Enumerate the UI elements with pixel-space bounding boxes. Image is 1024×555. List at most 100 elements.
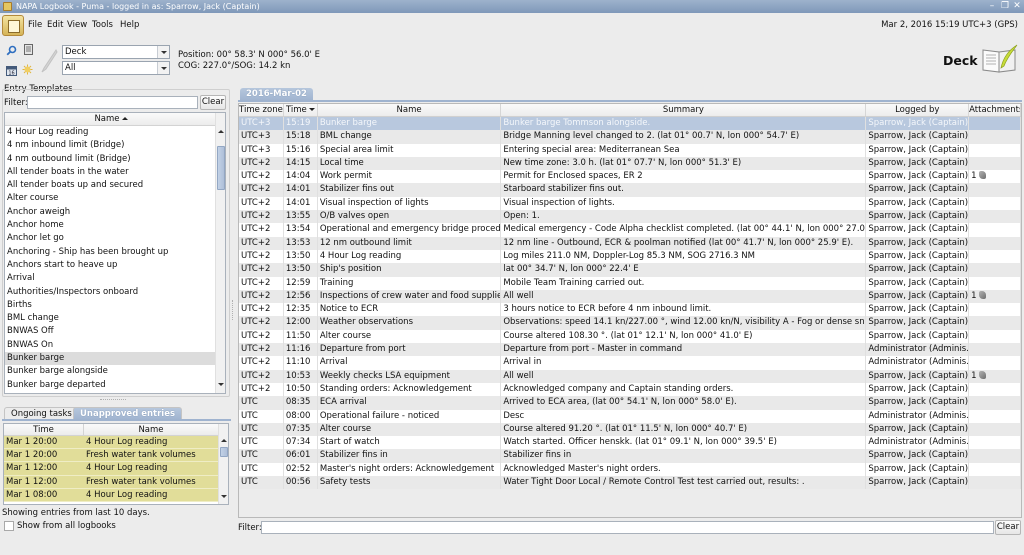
template-item[interactable]: Bunker barge departed <box>5 379 217 392</box>
header-time-zone[interactable]: Time zone <box>239 104 284 116</box>
menu-help[interactable]: Help <box>120 20 139 30</box>
templates-filter-input[interactable] <box>27 96 198 109</box>
log-entry-row[interactable]: UTC+2 14:01 Visual inspection of lights Vis… <box>239 196 1021 211</box>
template-item[interactable]: All tender boats up and secured <box>5 179 217 192</box>
template-item[interactable]: Anchor let go <box>5 232 217 245</box>
log-entry-row[interactable]: UTC+2 13:54 Operational and emergency brid… <box>239 223 1021 237</box>
scroll-down-icon[interactable] <box>220 493 228 501</box>
template-item[interactable]: Anchoring - Ship has been brought up <box>5 246 217 259</box>
header-logged-by[interactable]: Logged by <box>866 104 970 116</box>
row-attachments[interactable]: 1 <box>969 289 1021 304</box>
log-entry-row[interactable]: UTC+2 11:16 Departure from port Departure f… <box>239 343 1021 357</box>
log-entry-row[interactable]: UTC+2 10:53 Weekly checks LSA equipment All… <box>239 369 1021 383</box>
template-item[interactable]: All tender boats in the water <box>5 166 217 179</box>
row-attachments[interactable]: 1 <box>969 170 1021 184</box>
header-attachments[interactable]: Attachments <box>969 104 1021 116</box>
restore-icon[interactable]: ❐ <box>999 0 1011 13</box>
sun-settings-icon[interactable] <box>22 64 33 75</box>
paperclip-icon[interactable] <box>978 171 986 180</box>
log-entry-row[interactable]: UTC+2 14:04 Work permit Permit for Enclosed… <box>239 170 1021 184</box>
menu-tools[interactable]: Tools <box>92 20 113 30</box>
log-entry-row[interactable]: UTC 02:52 Master's night orders: Acknowled… <box>239 462 1021 477</box>
log-entry-row[interactable]: UTC+2 12:35 Notice to ECR 3 hours notice to… <box>239 303 1021 317</box>
show-all-logbooks-checkbox[interactable] <box>4 521 14 531</box>
log-entry-row[interactable]: UTC+2 13:53 12 nm outbound limit 12 nm line… <box>239 236 1021 250</box>
log-entry-row[interactable]: UTC 00:56 Safety tests Water Tight Door Loc… <box>239 476 1021 490</box>
template-item[interactable]: Alter course <box>5 192 217 205</box>
log-entry-row[interactable]: UTC 07:34 Start of watch Watch started. Off… <box>239 436 1021 450</box>
template-item[interactable]: Births <box>5 299 217 312</box>
tasks-scrollbar[interactable] <box>218 424 228 504</box>
tasks-header-name[interactable]: Name <box>84 424 219 435</box>
template-item[interactable]: BML change <box>5 312 217 325</box>
unapproved-entry-row[interactable]: Mar 1 20:00 Fresh water tank volumes <box>4 449 219 463</box>
log-entry-row[interactable]: UTC+2 13:50 4 Hour Log reading Log miles 21… <box>239 249 1021 264</box>
log-entry-row[interactable]: UTC+2 12:59 Training Mobile Team Training c… <box>239 276 1021 290</box>
template-item[interactable]: Anchors start to heave up <box>5 259 217 272</box>
menu-file[interactable]: File <box>28 20 42 30</box>
templates-name-header[interactable]: Name <box>5 113 217 126</box>
log-entry-row[interactable]: UTC+2 14:15 Local time New time zone: 3.0 h… <box>239 156 1021 171</box>
unapproved-entry-row[interactable]: Mar 1 12:00 4 Hour Log reading <box>4 462 219 476</box>
template-item[interactable]: Bunker barge <box>5 352 217 366</box>
template-item[interactable]: BNWAS Off <box>5 325 217 338</box>
header-time[interactable]: Time <box>284 104 318 116</box>
scroll-up-icon[interactable] <box>220 437 228 445</box>
template-item[interactable]: Anchor home <box>5 219 217 232</box>
chevron-down-icon[interactable] <box>157 46 169 58</box>
templates-clear-button[interactable]: Clear <box>200 95 226 110</box>
log-entry-row[interactable]: UTC+2 13:50 Ship's position lat 00° 34.7' N… <box>239 263 1021 277</box>
log-entry-row[interactable]: UTC+3 15:19 Bunker barge Bunker barge Tomms… <box>239 117 1021 131</box>
log-entry-row[interactable]: UTC+2 10:50 Standing orders: Acknowledgeme… <box>239 382 1021 397</box>
calendar-icon[interactable]: 16 <box>6 65 17 76</box>
unapproved-entry-row[interactable]: Mar 1 12:00 Fresh water tank volumes <box>4 475 219 489</box>
template-item[interactable]: Anchor aweigh <box>5 206 217 219</box>
header-summary[interactable]: Summary <box>501 104 867 116</box>
chevron-down-icon[interactable] <box>157 62 169 74</box>
menu-view[interactable]: View <box>67 20 87 30</box>
search-icon[interactable] <box>6 45 17 56</box>
template-item[interactable]: Authorities/Inspectors onboard <box>5 286 217 299</box>
tasks-header-time[interactable]: Time <box>4 424 84 435</box>
logbook-select[interactable]: Deck <box>62 45 170 59</box>
menu-edit[interactable]: Edit <box>47 20 63 30</box>
log-entry-row[interactable]: UTC 07:35 Alter course Course altered 91.20… <box>239 422 1021 437</box>
logbook-logo-icon[interactable] <box>2 15 24 36</box>
header-name[interactable]: Name <box>318 104 502 116</box>
log-entry-row[interactable]: UTC 08:35 ECA arrival Arrived to ECA area, … <box>239 396 1021 410</box>
log-entry-row[interactable]: UTC+2 14:01 Stabilizer fins out Starboard s… <box>239 183 1021 197</box>
paperclip-icon[interactable] <box>978 370 986 379</box>
template-item[interactable]: Bunker barge alongside <box>5 365 217 378</box>
log-entry-row[interactable]: UTC+2 12:00 Weather observations Observatio… <box>239 316 1021 330</box>
scroll-up-icon[interactable] <box>217 128 225 136</box>
log-entry-row[interactable]: UTC 06:01 Stabilizer fins in Stabilizer fin… <box>239 449 1021 463</box>
log-entry-row[interactable]: UTC+2 11:10 Arrival Arrival in Administrator… <box>239 356 1021 370</box>
template-item[interactable]: 4 nm outbound limit (Bridge) <box>5 153 217 166</box>
scroll-thumb[interactable] <box>217 146 225 190</box>
scroll-thumb[interactable] <box>220 447 228 457</box>
unapproved-entry-row[interactable]: Mar 1 08:00 4 Hour Log reading <box>4 488 219 502</box>
entry-filter-select[interactable]: All <box>62 61 170 75</box>
template-item[interactable]: 4 Hour Log reading <box>5 126 217 139</box>
row-attachments[interactable]: 1 <box>969 369 1021 383</box>
log-entry-row[interactable]: UTC+3 15:16 Special area limit Entering spe… <box>239 143 1021 157</box>
log-entry-row[interactable]: UTC+2 11:50 Alter course Course altered 108… <box>239 329 1021 344</box>
minimize-icon[interactable]: – <box>986 0 998 13</box>
template-item[interactable]: 4 nm inbound limit (Bridge) <box>5 139 217 152</box>
paperclip-icon[interactable] <box>978 290 986 299</box>
log-entry-row[interactable]: UTC+2 12:56 Inspections of crew water and … <box>239 289 1021 304</box>
log-entry-row[interactable]: UTC+2 13:55 O/B valves open Open: 1. Sparrow… <box>239 210 1021 224</box>
template-item[interactable]: Arrival <box>5 272 217 285</box>
log-clear-button[interactable]: Clear <box>995 520 1021 535</box>
log-entry-row[interactable]: UTC+3 15:18 BML change Bridge Manning level… <box>239 130 1021 144</box>
unapproved-entry-row[interactable]: Mar 1 20:00 4 Hour Log reading <box>4 436 219 450</box>
close-icon[interactable]: ✕ <box>1011 0 1023 13</box>
log-entry-row[interactable]: UTC 08:00 Operational failure - noticed Des… <box>239 409 1021 423</box>
template-item[interactable]: BNWAS On <box>5 339 217 352</box>
document-icon[interactable] <box>23 44 34 55</box>
scroll-down-icon[interactable] <box>217 381 225 389</box>
templates-scrollbar[interactable] <box>215 113 225 393</box>
log-filter-input[interactable] <box>261 521 994 534</box>
vertical-splitter[interactable] <box>232 300 234 320</box>
horizontal-splitter[interactable] <box>100 399 126 401</box>
